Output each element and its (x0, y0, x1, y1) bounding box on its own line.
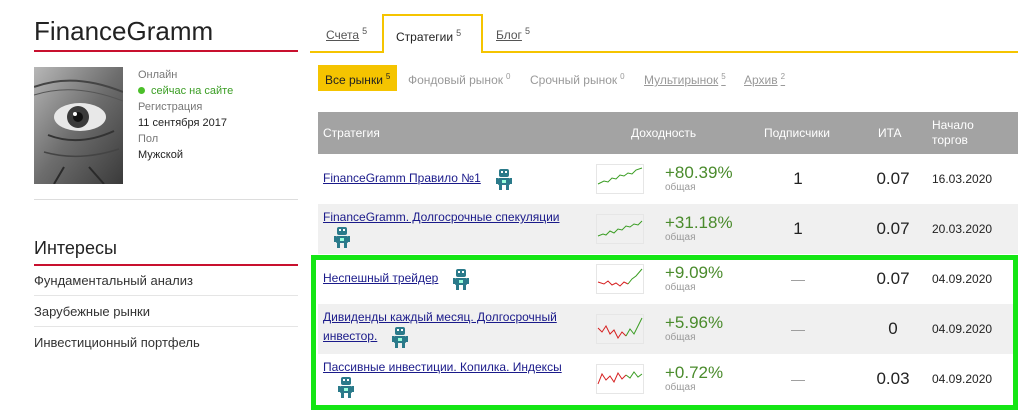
header-strategy: Стратегия (323, 126, 380, 140)
status-label: Онлайн (138, 69, 178, 81)
table-row: FinanceGramm. Долгосрочные спекуляции +31… (318, 204, 1018, 254)
filter-all-markets[interactable]: Все рынки 5 (318, 65, 398, 91)
robot-icon (495, 169, 512, 190)
profile-name: FinanceGramm (34, 16, 214, 46)
subscribers-value: 1 (793, 169, 803, 188)
yield-sublabel: общая (665, 232, 696, 243)
filter-count: 5 (721, 72, 726, 81)
sparkline-chart (596, 214, 644, 244)
avatar (34, 67, 123, 184)
strategy-name-wrap: FinanceGramm Правило №1 (323, 167, 513, 191)
yield-sublabel: общая (665, 182, 696, 193)
yield-cell: +80.39% общая (665, 154, 765, 204)
yield-cell: +31.18% общая (665, 204, 765, 254)
online-dot-icon (138, 87, 145, 94)
strategy-cell: FinanceGramm Правило №1 (323, 154, 588, 204)
interest-item[interactable]: Инвестиционный портфель (34, 328, 298, 358)
start-date: 16.03.2020 (932, 172, 993, 186)
gender-value: Мужской (138, 149, 183, 161)
robot-icon (334, 227, 350, 248)
status-value: сейчас на сайте (138, 83, 233, 99)
avatar-image (34, 67, 123, 184)
filter-count: 0 (506, 72, 511, 81)
header-yield: Доходность (631, 126, 697, 140)
filter-label: Мультирынок (644, 73, 719, 87)
interest-item[interactable]: Зарубежные рынки (34, 297, 298, 327)
filter-count: 5 (385, 72, 391, 81)
yield-value: +80.39% (665, 163, 733, 182)
strategy-link[interactable]: FinanceGramm. Долгосрочные спекуляции (323, 210, 559, 224)
profile-divider (34, 50, 298, 52)
filter-count: 2 (780, 72, 786, 81)
registration-value: 11 сентября 2017 (138, 117, 227, 129)
tab-accounts[interactable]: Счета 5 (326, 14, 367, 52)
table-header: Стратегия Доходность Подписчики ИТА Нача… (318, 112, 1018, 154)
tab-blog-count: 5 (524, 26, 530, 36)
header-start: Начало торгов (932, 118, 974, 147)
registration-label: Регистрация (138, 101, 203, 113)
yield-value: +31.18% (665, 213, 733, 232)
tab-blog-label[interactable]: Блог (496, 28, 522, 42)
profile-info: Онлайн сейчас на сайте Регистрация 11 се… (138, 67, 233, 163)
tab-strategies[interactable]: Стратегии 5 (382, 14, 483, 53)
table-row: FinanceGramm Правило №1 +80.39% общая 1 0.07… (318, 154, 1018, 204)
highlight-frame (311, 255, 1018, 410)
ita-value: 0.07 (876, 219, 910, 238)
yield-sparkline (596, 204, 644, 254)
strategy-link[interactable]: FinanceGramm Правило №1 (323, 171, 481, 185)
start-date: 20.03.2020 (932, 222, 993, 236)
filter-label: Все рынки (325, 73, 383, 87)
interest-item[interactable]: Фундаментальный анализ (34, 266, 298, 296)
filter-derivatives-market[interactable]: Срочный рынок 0 (530, 65, 625, 91)
filter-multimarket[interactable]: Мультирынок 5 (644, 65, 726, 91)
header-subscribers: Подписчики (764, 126, 831, 140)
filter-label: Фондовый рынок (408, 73, 503, 87)
tabs: Счета 5 Стратегии 5 Блог 5 (310, 14, 1018, 54)
filter-label: Архив (744, 73, 778, 87)
strategy-name-wrap: FinanceGramm. Долгосрочные спекуляции (323, 209, 559, 249)
section-divider (34, 199, 298, 200)
sparkline-chart (596, 164, 644, 194)
yield-sparkline (596, 154, 644, 204)
status-text: сейчас на сайте (151, 85, 234, 97)
subscribers-value: 1 (793, 219, 803, 238)
filter-archive[interactable]: Архив 2 (744, 65, 785, 91)
filter-stock-market[interactable]: Фондовый рынок 0 (408, 65, 510, 91)
filter-label: Срочный рынок (530, 73, 618, 87)
tab-strategies-count: 5 (456, 28, 462, 38)
tab-blog[interactable]: Блог 5 (496, 14, 530, 52)
filter-count: 0 (620, 72, 625, 81)
tab-strategies-label: Стратегии (396, 30, 454, 44)
tab-accounts-count: 5 (362, 26, 368, 36)
gender-label: Пол (138, 133, 159, 145)
strategy-cell: FinanceGramm. Долгосрочные спекуляции (323, 204, 588, 254)
tab-accounts-label[interactable]: Счета (326, 28, 359, 42)
ita-value: 0.07 (876, 169, 910, 188)
interests-title: Интересы (34, 238, 117, 258)
header-ita: ИТА (878, 126, 902, 140)
